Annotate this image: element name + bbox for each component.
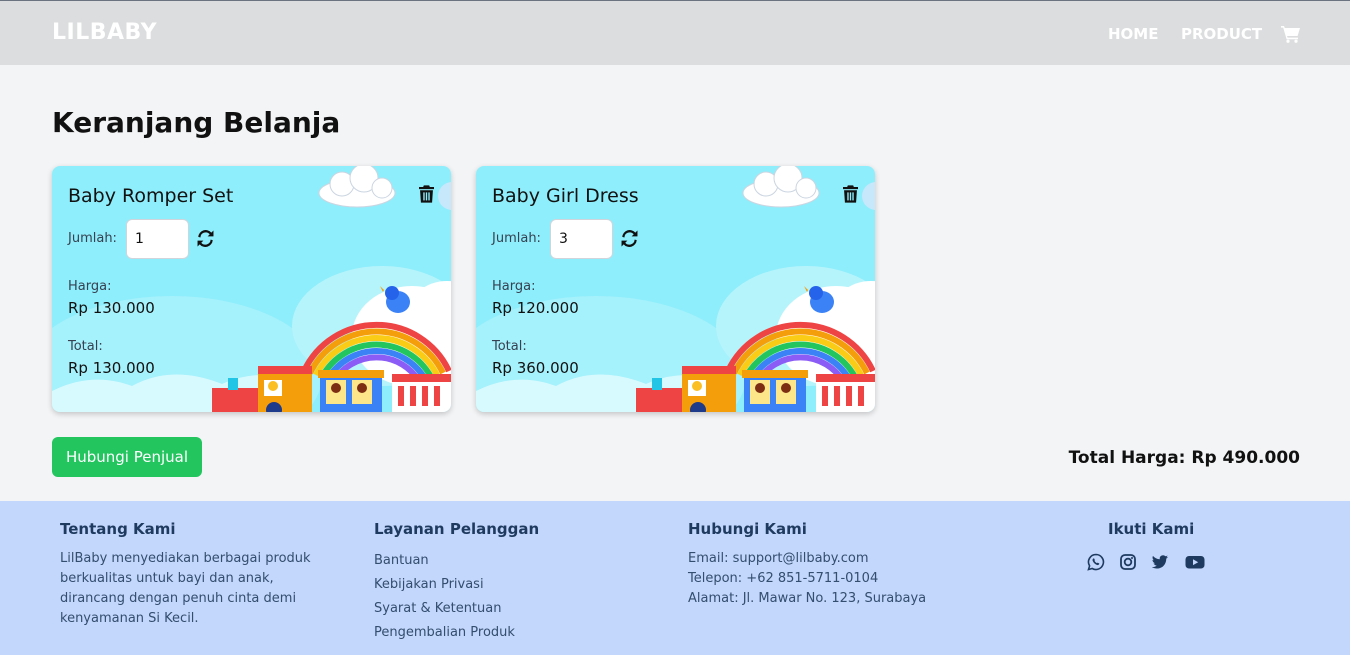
contact-seller-button[interactable]: Hubungi Penjual — [52, 437, 202, 477]
footer-social-title: Ikuti Kami — [1108, 520, 1195, 538]
whatsapp-icon[interactable] — [1087, 553, 1105, 571]
footer-link-help[interactable]: Bantuan — [374, 549, 539, 573]
quantity-label: Jumlah: — [492, 231, 541, 246]
item-total-value: Rp 130.000 — [68, 359, 155, 377]
cart-item-card: Baby Romper Set Jumlah: Harga: Rp 130.00… — [52, 166, 451, 412]
shopping-cart-icon[interactable] — [1281, 25, 1301, 43]
price-value: Rp 120.000 — [492, 299, 579, 317]
price-label: Harga: — [68, 279, 112, 294]
product-name: Baby Girl Dress — [492, 185, 639, 207]
price-label: Harga: — [492, 279, 536, 294]
footer-link-returns[interactable]: Pengembalian Produk — [374, 621, 539, 645]
footer-about-title: Tentang Kami — [60, 520, 176, 538]
price-value: Rp 130.000 — [68, 299, 155, 317]
item-total-value: Rp 360.000 — [492, 359, 579, 377]
footer-contact: Hubungi Kami Email: support@lilbaby.com … — [688, 520, 926, 609]
navbar: LILBABY HOME PRODUCT — [0, 0, 1350, 65]
brand-logo[interactable]: LILBABY — [52, 20, 157, 45]
footer-social: Ikuti Kami — [1108, 520, 1194, 549]
product-name: Baby Romper Set — [68, 185, 234, 207]
nav-link-product[interactable]: PRODUCT — [1181, 25, 1262, 43]
nav-link-home[interactable]: HOME — [1108, 25, 1158, 43]
footer-contact-title: Hubungi Kami — [688, 520, 807, 538]
item-total-label: Total: — [68, 339, 103, 354]
refresh-icon[interactable] — [621, 230, 638, 247]
quantity-input[interactable] — [550, 219, 613, 259]
refresh-icon[interactable] — [197, 230, 214, 247]
quantity-label: Jumlah: — [68, 231, 117, 246]
trash-icon[interactable] — [419, 185, 434, 203]
footer: Tentang Kami LilBaby menyediakan berbaga… — [0, 501, 1350, 655]
instagram-icon[interactable] — [1119, 553, 1137, 571]
item-total-label: Total: — [492, 339, 527, 354]
footer-link-privacy[interactable]: Kebijakan Privasi — [374, 573, 539, 597]
twitter-icon[interactable] — [1151, 553, 1169, 571]
footer-link-terms[interactable]: Syarat & Ketentuan — [374, 597, 539, 621]
footer-email: Email: support@lilbaby.com — [688, 551, 869, 566]
footer-about-text: LilBaby menyediakan berbagai produk berk… — [60, 551, 311, 626]
footer-about: Tentang Kami LilBaby menyediakan berbaga… — [60, 520, 320, 629]
footer-address: Alamat: Jl. Mawar No. 123, Surabaya — [688, 591, 927, 606]
cart-item-card: Baby Girl Dress Jumlah: Harga: Rp 120.00… — [476, 166, 875, 412]
youtube-icon[interactable] — [1185, 553, 1205, 571]
grand-total: Total Harga: Rp 490.000 — [1068, 448, 1300, 468]
page-title: Keranjang Belanja — [52, 106, 341, 139]
trash-icon[interactable] — [843, 185, 858, 203]
footer-service-title: Layanan Pelanggan — [374, 520, 540, 538]
quantity-input[interactable] — [126, 219, 189, 259]
footer-phone: Telepon: +62 851-5711-0104 — [688, 571, 879, 586]
footer-service: Layanan Pelanggan Bantuan Kebijakan Priv… — [374, 520, 539, 645]
